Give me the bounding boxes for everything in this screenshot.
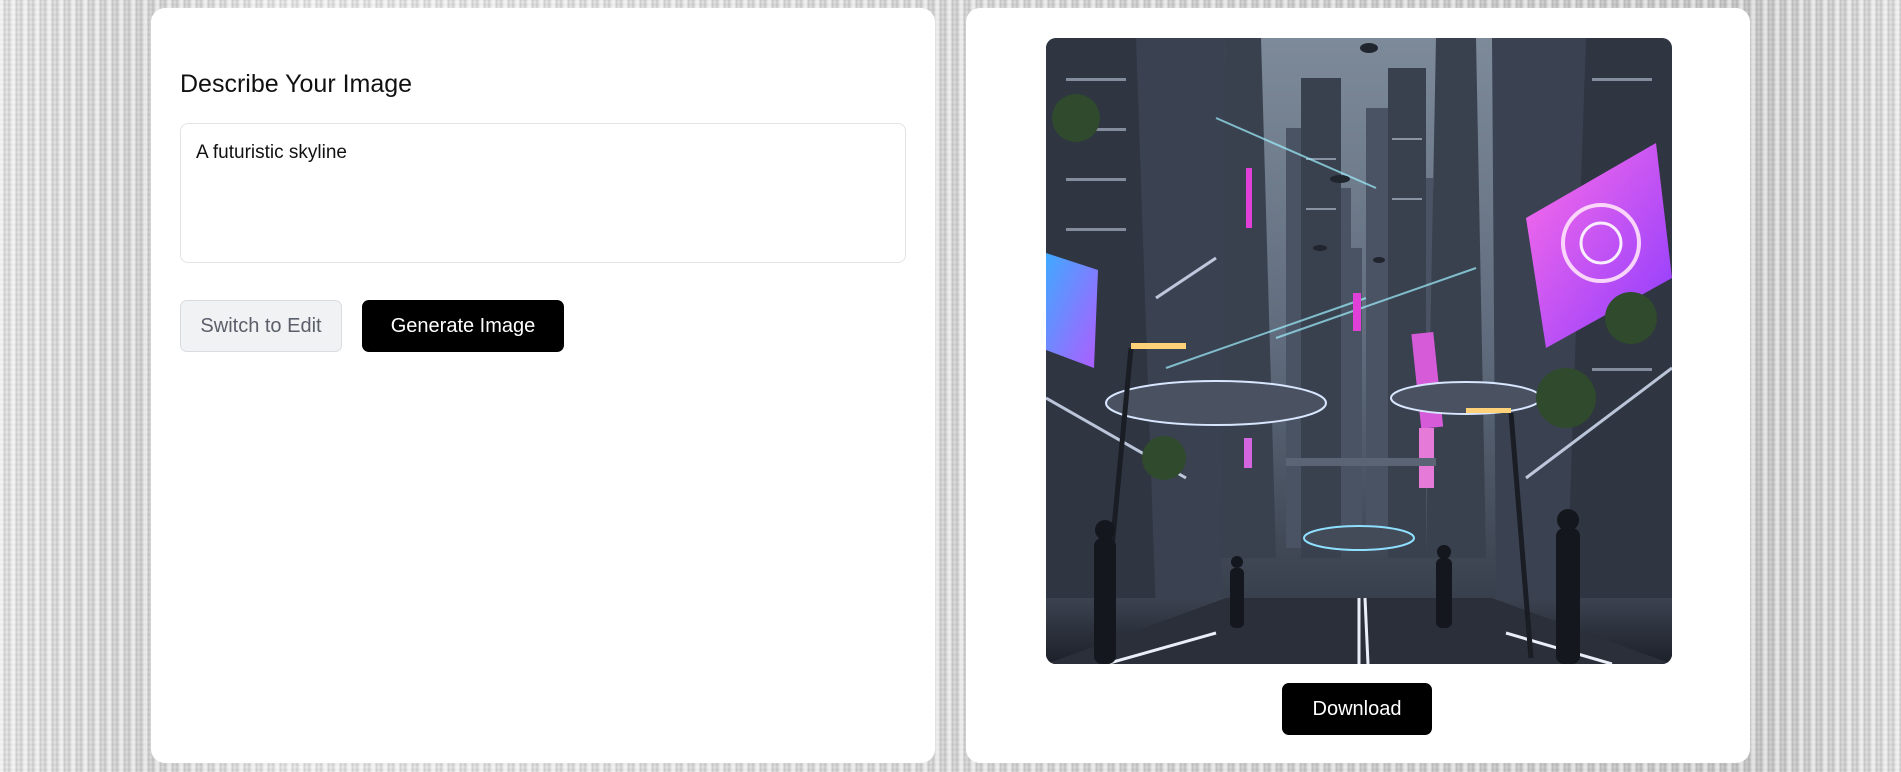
- generate-image-button[interactable]: Generate Image: [362, 300, 564, 352]
- generated-image: [1046, 38, 1672, 664]
- download-button[interactable]: Download: [1282, 683, 1432, 735]
- prompt-input[interactable]: A futuristic skyline: [180, 123, 906, 263]
- result-panel: Download: [966, 8, 1750, 763]
- switch-to-edit-button[interactable]: Switch to Edit: [180, 300, 342, 352]
- prompt-heading: Describe Your Image: [180, 70, 413, 98]
- prompt-panel: Describe Your Image A futuristic skyline…: [151, 8, 935, 763]
